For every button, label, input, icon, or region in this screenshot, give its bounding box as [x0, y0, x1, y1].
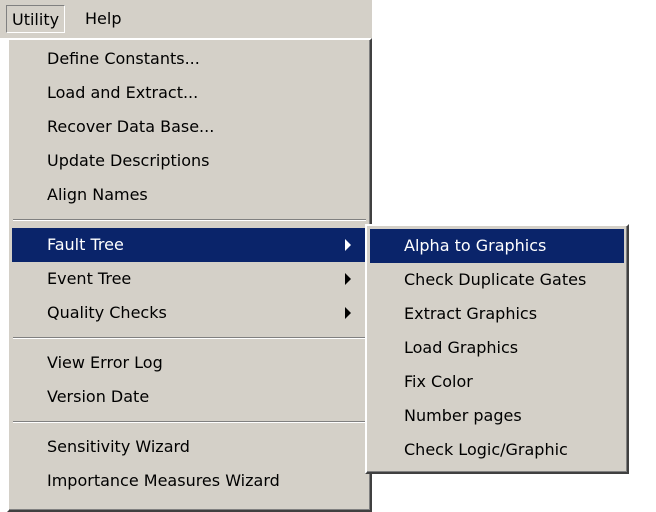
- utility-menu: Define Constants... Load and Extract... …: [7, 38, 372, 512]
- menu-item-sensitivity-wizard[interactable]: Sensitivity Wizard: [12, 430, 367, 464]
- menu-item-version-date[interactable]: Version Date: [12, 380, 367, 414]
- menu-separator: [9, 414, 370, 430]
- menu-item-recover-data-base[interactable]: Recover Data Base...: [12, 110, 367, 144]
- submenu-arrow-icon: [345, 307, 351, 319]
- fault-tree-submenu: Alpha to Graphics Check Duplicate Gates …: [365, 224, 629, 474]
- menu-item-label: Quality Checks: [47, 303, 167, 322]
- menu-item-label: Event Tree: [47, 269, 132, 288]
- application-window: Utility Help Define Constants... Load an…: [0, 0, 656, 512]
- menu-item-align-names[interactable]: Align Names: [12, 178, 367, 212]
- menubar-help[interactable]: Help: [80, 5, 126, 33]
- menu-item-fault-tree[interactable]: Fault Tree: [12, 228, 367, 262]
- menu-item-check-duplicate-gates[interactable]: Check Duplicate Gates: [370, 263, 624, 297]
- submenu-arrow-icon: [345, 239, 351, 251]
- menu-bar: Utility Help: [0, 0, 372, 38]
- menu-item-define-constants[interactable]: Define Constants...: [12, 42, 367, 76]
- menu-item-quality-checks[interactable]: Quality Checks: [12, 296, 367, 330]
- menu-item-extract-graphics[interactable]: Extract Graphics: [370, 297, 624, 331]
- menu-item-alpha-to-graphics[interactable]: Alpha to Graphics: [370, 229, 624, 263]
- menu-item-load-graphics[interactable]: Load Graphics: [370, 331, 624, 365]
- menu-item-view-error-log[interactable]: View Error Log: [12, 346, 367, 380]
- menu-item-importance-measures-wizard[interactable]: Importance Measures Wizard: [12, 464, 367, 498]
- menu-item-load-and-extract[interactable]: Load and Extract...: [12, 76, 367, 110]
- submenu-arrow-icon: [345, 273, 351, 285]
- menu-item-check-logic-graphic[interactable]: Check Logic/Graphic: [370, 433, 624, 467]
- menu-separator: [9, 330, 370, 346]
- menubar-utility[interactable]: Utility: [6, 5, 66, 33]
- menu-item-label: Fault Tree: [47, 235, 124, 254]
- menu-item-event-tree[interactable]: Event Tree: [12, 262, 367, 296]
- menu-item-number-pages[interactable]: Number pages: [370, 399, 624, 433]
- menu-separator: [9, 212, 370, 228]
- menu-item-update-descriptions[interactable]: Update Descriptions: [12, 144, 367, 178]
- menu-item-fix-color[interactable]: Fix Color: [370, 365, 624, 399]
